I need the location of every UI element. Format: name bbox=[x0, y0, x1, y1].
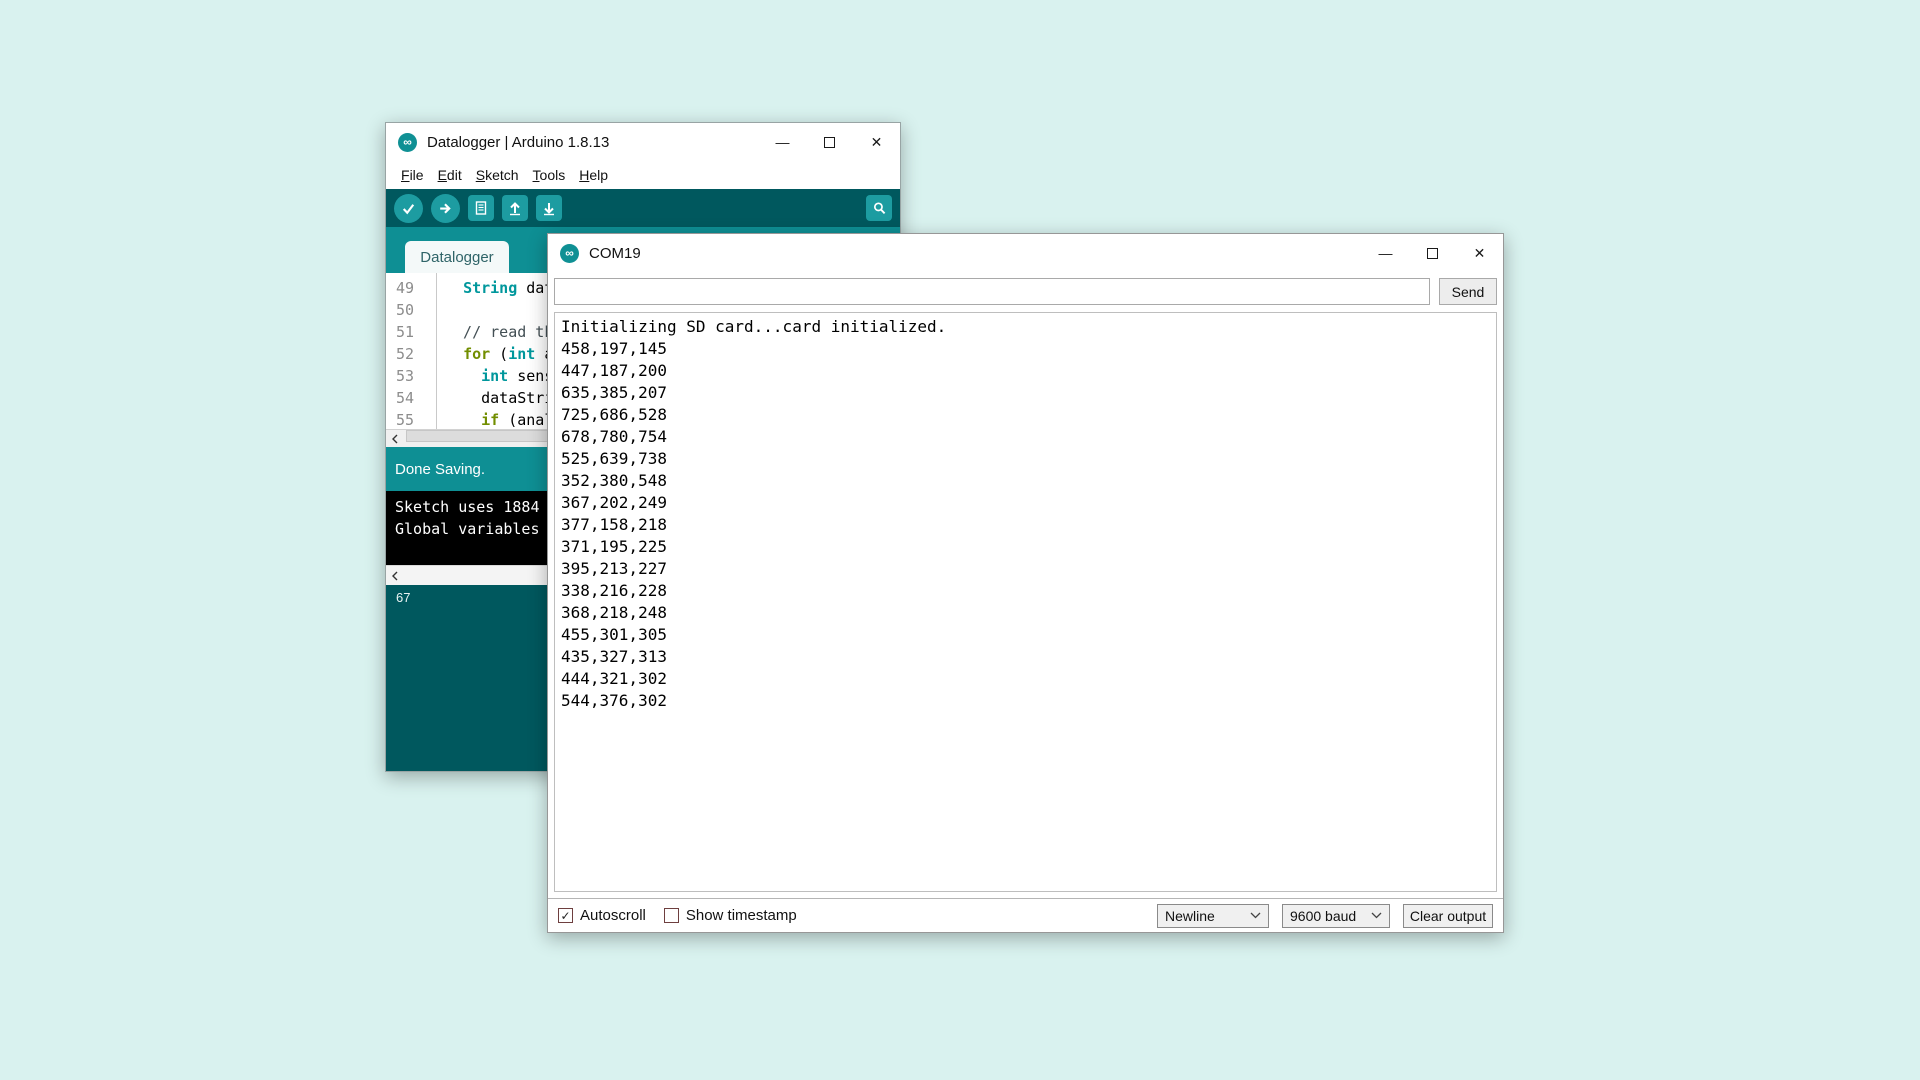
serial-bottom-bar: ✓ Autoscroll Show timestamp Newline 9600… bbox=[548, 898, 1503, 932]
code-text: dataStrin bbox=[436, 387, 562, 409]
verify-button[interactable] bbox=[394, 194, 423, 223]
serial-line: 444,321,302 bbox=[561, 668, 1490, 690]
send-button[interactable]: Send bbox=[1439, 278, 1497, 305]
minimize-button[interactable]: — bbox=[759, 123, 806, 161]
serial-line: 725,686,528 bbox=[561, 404, 1490, 426]
maximize-button[interactable] bbox=[1409, 234, 1456, 272]
line-ending-select[interactable]: Newline bbox=[1157, 904, 1269, 928]
line-number: 49 bbox=[386, 277, 436, 299]
serial-input[interactable] bbox=[554, 278, 1430, 305]
minimize-button[interactable]: — bbox=[1362, 234, 1409, 272]
serial-line: 395,213,227 bbox=[561, 558, 1490, 580]
serial-line: 368,218,248 bbox=[561, 602, 1490, 624]
line-number: 51 bbox=[386, 321, 436, 343]
line-number: 55 bbox=[386, 409, 436, 429]
serial-line: 678,780,754 bbox=[561, 426, 1490, 448]
baud-rate-value: 9600 baud bbox=[1290, 908, 1356, 924]
serial-line: 458,197,145 bbox=[561, 338, 1490, 360]
check-icon bbox=[400, 200, 417, 217]
save-button[interactable] bbox=[536, 195, 562, 221]
serial-line: 447,187,200 bbox=[561, 360, 1490, 382]
serial-line: 377,158,218 bbox=[561, 514, 1490, 536]
autoscroll-option[interactable]: ✓ Autoscroll bbox=[558, 907, 646, 924]
open-button[interactable] bbox=[502, 195, 528, 221]
serial-line: 525,639,738 bbox=[561, 448, 1490, 470]
code-text: if (analo bbox=[436, 409, 562, 429]
code-text bbox=[436, 299, 445, 321]
serial-send-row: Send bbox=[554, 278, 1497, 305]
serial-line: 367,202,249 bbox=[561, 492, 1490, 514]
line-number: 52 bbox=[386, 343, 436, 365]
menu-file[interactable]: File bbox=[394, 164, 431, 186]
autoscroll-checkbox[interactable]: ✓ bbox=[558, 908, 573, 923]
line-ending-value: Newline bbox=[1165, 908, 1215, 924]
scroll-left-icon[interactable] bbox=[386, 430, 404, 448]
code-text: // read thr bbox=[436, 321, 562, 343]
serial-monitor-window: ∞ COM19 — ✕ Send Initializing SD card...… bbox=[547, 233, 1504, 933]
serial-line: 338,216,228 bbox=[561, 580, 1490, 602]
serial-line: 455,301,305 bbox=[561, 624, 1490, 646]
line-number: 50 bbox=[386, 299, 436, 321]
serial-titlebar: ∞ COM19 — ✕ bbox=[548, 234, 1503, 272]
close-button[interactable]: ✕ bbox=[853, 123, 900, 161]
chevron-down-icon bbox=[1250, 912, 1261, 919]
serial-window-title: COM19 bbox=[589, 245, 641, 262]
serial-line: 352,380,548 bbox=[561, 470, 1490, 492]
serial-line: 544,376,302 bbox=[561, 690, 1490, 712]
document-icon bbox=[473, 200, 489, 216]
arrow-up-icon bbox=[507, 200, 523, 216]
upload-button[interactable] bbox=[431, 194, 460, 223]
close-button[interactable]: ✕ bbox=[1456, 234, 1503, 272]
clear-output-button[interactable]: Clear output bbox=[1403, 904, 1493, 928]
serial-line: Initializing SD card...card initialized. bbox=[561, 316, 1490, 338]
serial-line: 435,327,313 bbox=[561, 646, 1490, 668]
baud-rate-select[interactable]: 9600 baud bbox=[1282, 904, 1390, 928]
ide-toolbar bbox=[386, 189, 900, 227]
new-sketch-button[interactable] bbox=[468, 195, 494, 221]
line-number: 53 bbox=[386, 365, 436, 387]
autoscroll-label: Autoscroll bbox=[580, 907, 646, 924]
menu-edit[interactable]: Edit bbox=[431, 164, 469, 186]
line-number: 54 bbox=[386, 387, 436, 409]
arrow-down-icon bbox=[541, 200, 557, 216]
scroll-left-icon[interactable] bbox=[386, 567, 404, 585]
serial-line: 371,195,225 bbox=[561, 536, 1490, 558]
ide-window-title: Datalogger | Arduino 1.8.13 bbox=[427, 134, 609, 151]
menu-help[interactable]: Help bbox=[572, 164, 615, 186]
maximize-button[interactable] bbox=[806, 123, 853, 161]
line-indicator: 67 bbox=[396, 590, 410, 605]
chevron-down-icon bbox=[1371, 912, 1382, 919]
serial-monitor-button[interactable] bbox=[866, 195, 892, 221]
show-timestamp-checkbox[interactable] bbox=[664, 908, 679, 923]
menu-tools[interactable]: Tools bbox=[526, 164, 573, 186]
show-timestamp-option[interactable]: Show timestamp bbox=[664, 907, 797, 924]
arduino-logo-icon: ∞ bbox=[560, 244, 579, 263]
arrow-right-icon bbox=[437, 200, 454, 217]
menu-sketch[interactable]: Sketch bbox=[469, 164, 526, 186]
arduino-logo-icon: ∞ bbox=[398, 133, 417, 152]
magnifier-icon bbox=[871, 200, 888, 217]
tab-datalogger[interactable]: Datalogger bbox=[405, 241, 509, 273]
ide-titlebar: ∞ Datalogger | Arduino 1.8.13 — ✕ bbox=[386, 123, 900, 161]
maximize-icon bbox=[1427, 248, 1438, 259]
ide-menubar: FileEditSketchToolsHelp bbox=[386, 161, 900, 189]
maximize-icon bbox=[824, 137, 835, 148]
serial-output-area[interactable]: Initializing SD card...card initialized.… bbox=[554, 312, 1497, 892]
show-timestamp-label: Show timestamp bbox=[686, 907, 797, 924]
code-text: int senso bbox=[436, 365, 562, 387]
serial-line: 635,385,207 bbox=[561, 382, 1490, 404]
